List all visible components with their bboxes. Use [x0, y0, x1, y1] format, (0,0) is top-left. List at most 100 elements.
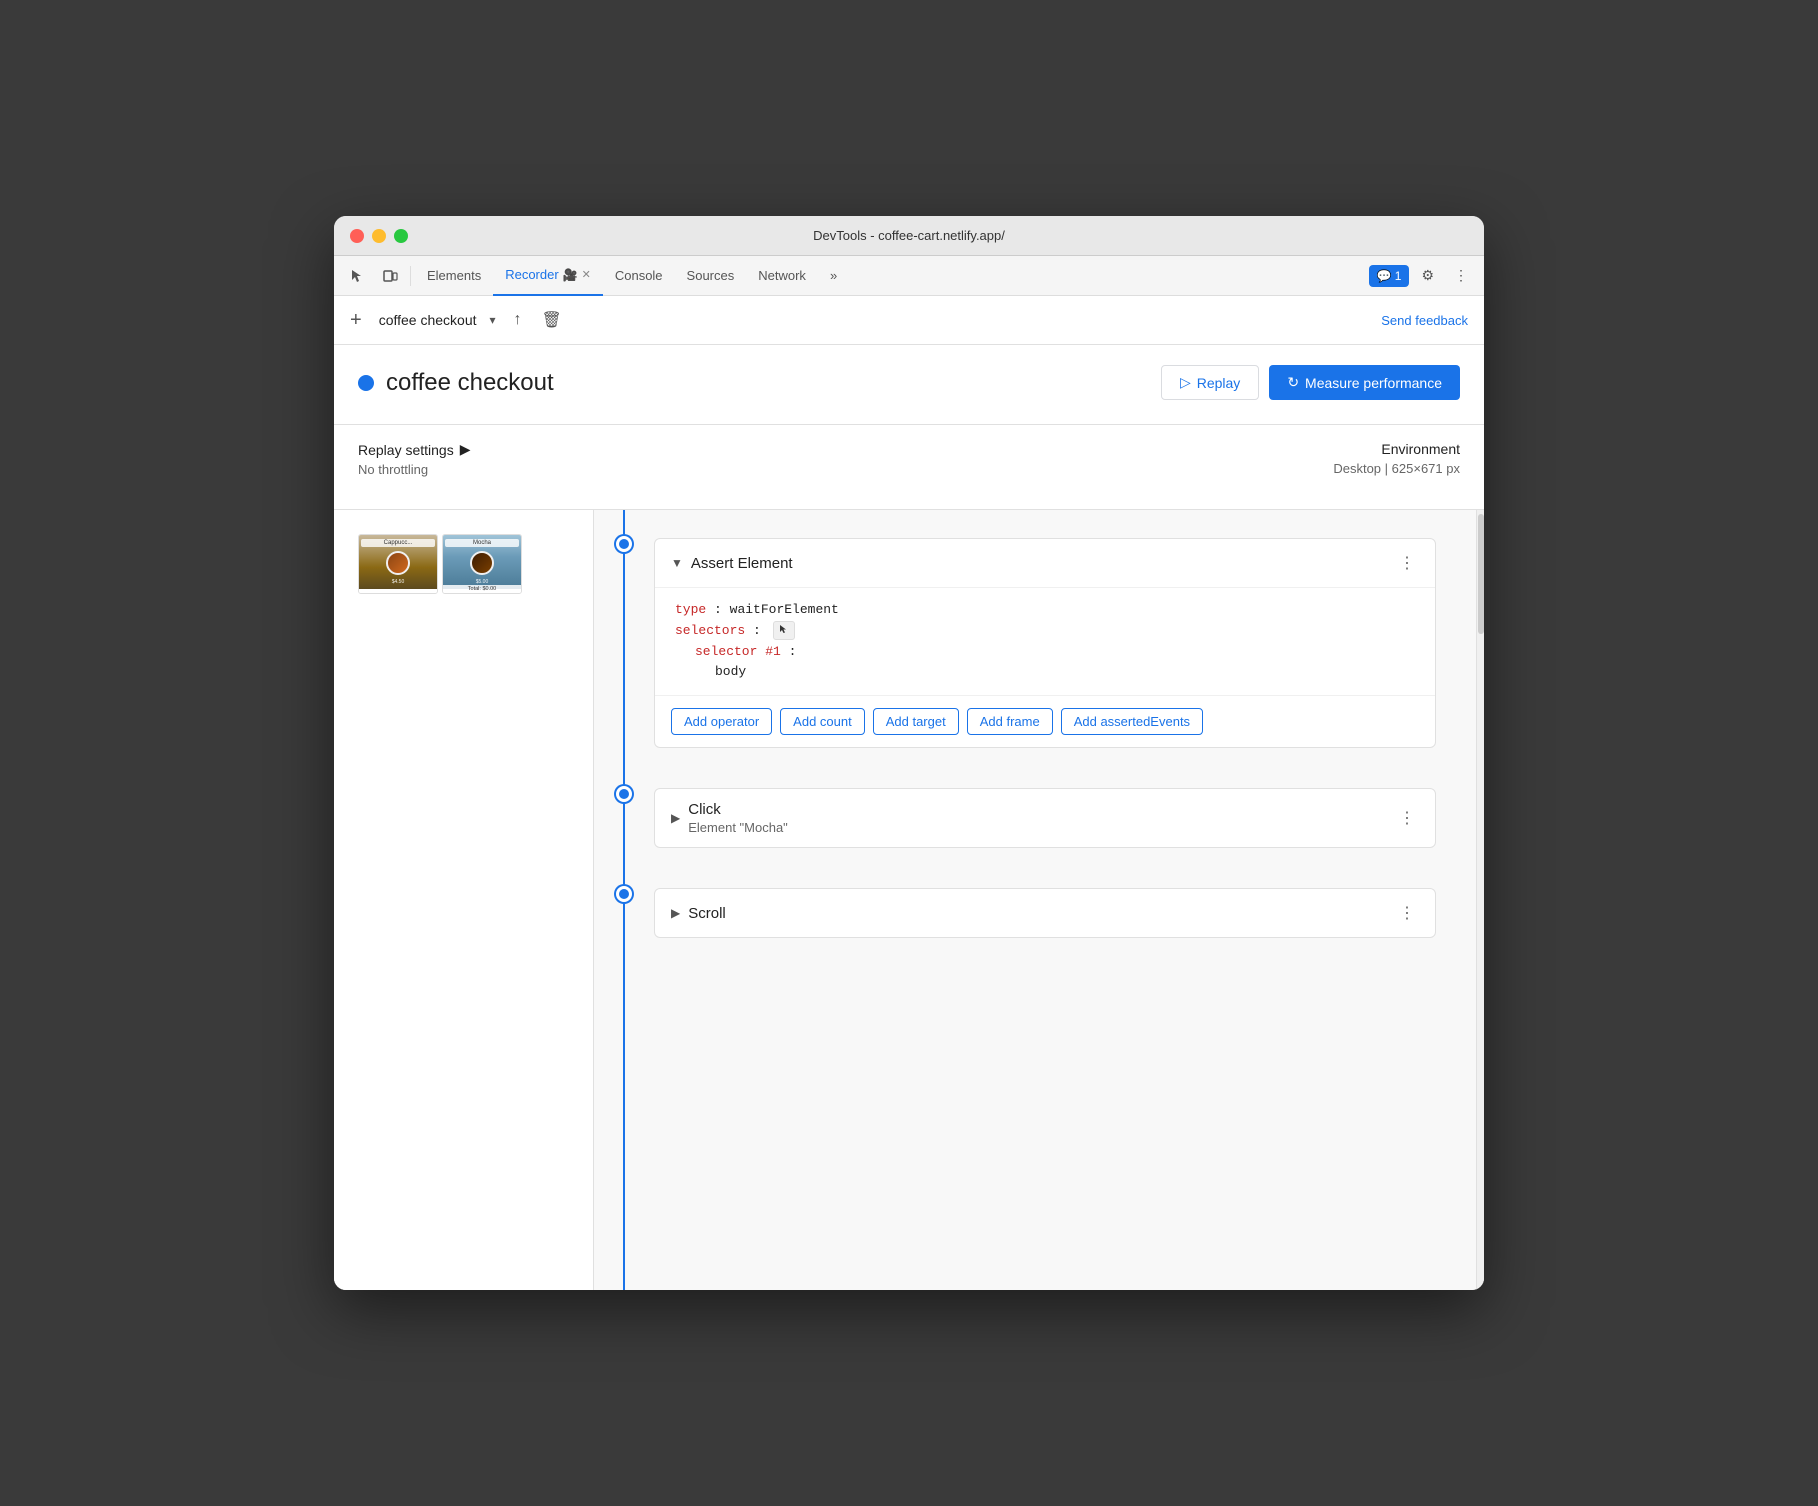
toolbar-divider-1	[410, 266, 411, 286]
tab-sources-label: Sources	[687, 268, 735, 283]
step-scroll-title: Scroll	[688, 905, 1387, 922]
trash-icon: 🗑	[542, 312, 562, 329]
recording-dropdown-button[interactable]: ▾	[486, 309, 500, 331]
export-recording-button[interactable]: ↑	[508, 307, 528, 333]
replay-settings-toggle[interactable]: Replay settings ▶	[358, 441, 471, 458]
step-click-subtitle: Element "Mocha"	[688, 820, 1387, 835]
thumbnail-2: Mocha $5.00 Total: $0.00	[442, 534, 522, 594]
play-icon: ▷	[1180, 374, 1191, 391]
step-2-content: ▶ Click Element "Mocha" ⋮	[654, 768, 1476, 860]
thumbnail-1: Cappucc... $4.50	[358, 534, 438, 594]
step-scroll-more-button[interactable]: ⋮	[1395, 901, 1419, 925]
step-scroll-info: Scroll	[688, 905, 1387, 922]
add-target-button[interactable]: Add target	[873, 708, 959, 735]
tab-elements[interactable]: Elements	[415, 256, 493, 296]
step-click-expand[interactable]: ▶	[671, 811, 680, 825]
step-scroll-expand[interactable]: ▶	[671, 906, 680, 920]
device-toolbar-button[interactable]	[374, 262, 406, 290]
step-row-assert: ▼ Assert Element ⋮ type : waitForElement	[594, 518, 1476, 760]
recording-name-label: coffee checkout	[370, 307, 486, 333]
devtools-toolbar: Elements Recorder 🎥 ✕ Console Sources Ne…	[334, 256, 1484, 296]
chevron-down-icon: ▾	[490, 313, 496, 327]
step-assert-card: ▼ Assert Element ⋮ type : waitForElement	[654, 538, 1436, 748]
recording-title-left: coffee checkout	[358, 369, 554, 397]
window-controls	[350, 229, 408, 243]
feedback-badge-button[interactable]: 💬 1	[1369, 265, 1410, 287]
devtools-window: DevTools - coffee-cart.netlify.app/ Elem…	[334, 216, 1484, 1290]
step-assert-action-buttons: Add operator Add count Add target Add fr…	[655, 695, 1435, 747]
timeline-dot-3	[616, 886, 632, 902]
timeline-dot-2	[616, 786, 632, 802]
step-assert-expand[interactable]: ▼	[671, 556, 683, 570]
selector-value: body	[715, 664, 746, 679]
scrollbar-thumb[interactable]	[1478, 514, 1484, 634]
recorder-header: + coffee checkout ▾ ↑ 🗑 Send feedback	[334, 296, 1484, 345]
tab-elements-label: Elements	[427, 268, 481, 283]
replay-label: Replay	[1197, 375, 1241, 391]
measure-icon: ↻	[1287, 374, 1299, 391]
step-assert-header: ▼ Assert Element ⋮	[655, 539, 1435, 587]
more-options-button[interactable]: ⋮	[1446, 261, 1476, 290]
device-icon	[382, 268, 398, 284]
scrollbar[interactable]	[1476, 510, 1484, 1290]
add-asserted-events-button[interactable]: Add assertedEvents	[1061, 708, 1203, 735]
tab-sources[interactable]: Sources	[675, 256, 747, 296]
gear-icon: ⚙	[1421, 267, 1434, 284]
add-count-button[interactable]: Add count	[780, 708, 865, 735]
recorder-icon: 🎥	[563, 268, 578, 282]
steps-list: ▼ Assert Element ⋮ type : waitForElement	[594, 510, 1476, 1290]
settings-env-row: Replay settings ▶ No throttling Environm…	[334, 425, 1484, 510]
tab-recorder-label: Recorder	[505, 267, 558, 282]
recording-actions: ▷ Replay ↻ Measure performance	[1161, 365, 1460, 400]
expand-icon: ▶	[460, 441, 471, 458]
tab-console[interactable]: Console	[603, 256, 675, 296]
preview-panel: Cappucc... $4.50 Mocha $5.00 Total: $0.0…	[334, 510, 594, 1290]
step-row-scroll: ▶ Scroll ⋮	[594, 868, 1476, 950]
close-button[interactable]	[350, 229, 364, 243]
step-click-more-button[interactable]: ⋮	[1395, 806, 1419, 830]
tab-recorder[interactable]: Recorder 🎥 ✕	[493, 256, 603, 296]
step-click-title: Click	[688, 801, 1387, 818]
add-operator-button[interactable]: Add operator	[671, 708, 772, 735]
maximize-button[interactable]	[394, 229, 408, 243]
minimize-button[interactable]	[372, 229, 386, 243]
preview-thumbnails: Cappucc... $4.50 Mocha $5.00 Total: $0.0…	[350, 526, 577, 602]
new-recording-button[interactable]: +	[350, 310, 362, 330]
step-3-content: ▶ Scroll ⋮	[654, 868, 1476, 950]
settings-section: Replay settings ▶ No throttling	[358, 441, 471, 477]
step-dot-1	[594, 518, 654, 538]
delete-recording-button[interactable]: 🗑	[536, 306, 568, 334]
pointer-tool-button[interactable]	[342, 262, 374, 290]
tab-network[interactable]: Network	[746, 256, 818, 296]
cursor-icon	[778, 623, 790, 635]
recording-name-selector: coffee checkout ▾	[370, 307, 500, 333]
step-dot-2	[594, 768, 654, 788]
more-dots-icon: ⋮	[1454, 267, 1468, 284]
window-title: DevTools - coffee-cart.netlify.app/	[813, 228, 1005, 243]
recording-title-section: coffee checkout ▷ Replay ↻ Measure perfo…	[334, 345, 1484, 425]
step-assert-more-button[interactable]: ⋮	[1395, 551, 1419, 575]
send-feedback-link[interactable]: Send feedback	[1381, 313, 1468, 328]
measure-performance-button[interactable]: ↻ Measure performance	[1269, 365, 1460, 400]
selectors-key: selectors	[675, 623, 745, 638]
type-value: waitForElement	[730, 602, 839, 617]
add-frame-button[interactable]: Add frame	[967, 708, 1053, 735]
tab-more-label: »	[830, 268, 837, 283]
steps-panel: ▼ Assert Element ⋮ type : waitForElement	[594, 510, 1484, 1290]
tab-recorder-close[interactable]: ✕	[582, 268, 591, 281]
step-1-content: ▼ Assert Element ⋮ type : waitForElement	[654, 518, 1476, 760]
replay-button[interactable]: ▷ Replay	[1161, 365, 1259, 400]
selector-tool-button[interactable]	[773, 621, 795, 640]
environment-label: Environment	[1333, 441, 1460, 457]
tab-more[interactable]: »	[818, 256, 849, 296]
thumbnail-1-label	[359, 591, 437, 593]
chat-icon: 💬	[1377, 269, 1392, 283]
step-assert-title: Assert Element	[691, 555, 1387, 572]
step-assert-code: type : waitForElement selectors :	[655, 587, 1435, 695]
toolbar-right: 💬 1 ⚙ ⋮	[1369, 261, 1476, 290]
recording-preview[interactable]: Cappucc... $4.50 Mocha $5.00 Total: $0.0…	[358, 534, 569, 594]
step-dot-3	[594, 868, 654, 888]
recording-main-title: coffee checkout	[386, 369, 554, 397]
step-scroll-header: ▶ Scroll ⋮	[655, 889, 1435, 937]
settings-button[interactable]: ⚙	[1413, 261, 1442, 290]
